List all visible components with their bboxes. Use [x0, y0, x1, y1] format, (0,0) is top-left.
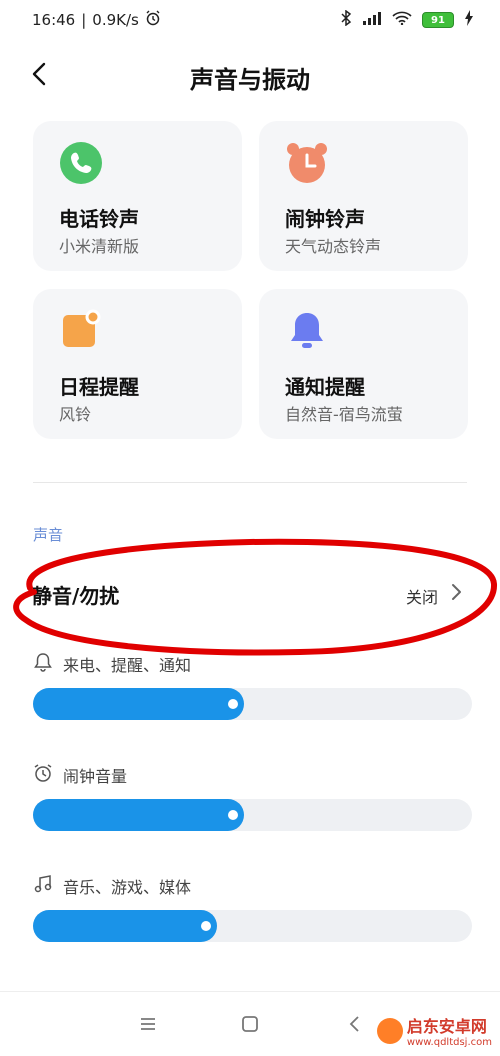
- calendar-icon: [59, 309, 103, 353]
- navigation-bar: 启东安卓网 www.qdltdsj.com: [0, 991, 500, 1056]
- phone-icon: [59, 141, 103, 185]
- chevron-right-icon: [450, 582, 464, 606]
- card-phone-ringtone[interactable]: 电话铃声 小米清新版: [33, 121, 242, 271]
- status-bar: 16:46 | 0.9K/s 91: [0, 0, 500, 40]
- header: 声音与振动: [0, 52, 500, 100]
- volume-slider-media[interactable]: [33, 910, 472, 942]
- volume-row-media: 音乐、游戏、媒体: [33, 874, 191, 898]
- bell-outline-icon: [33, 652, 53, 676]
- wifi-icon: [392, 11, 412, 29]
- alarm-icon: [145, 10, 161, 30]
- alarm-outline-icon: [33, 763, 53, 787]
- watermark-url: www.qdltdsj.com: [406, 1037, 492, 1048]
- slider-knob[interactable]: [228, 810, 238, 820]
- card-sub: 天气动态铃声: [285, 237, 382, 256]
- slider-knob[interactable]: [228, 699, 238, 709]
- volume-label: 闹钟音量: [63, 767, 128, 786]
- status-left: 16:46 | 0.9K/s: [32, 10, 161, 30]
- card-sub: 小米清新版: [59, 237, 140, 256]
- volume-label: 音乐、游戏、媒体: [63, 878, 192, 897]
- signal-icon: [362, 11, 382, 29]
- page-title: 声音与振动: [190, 66, 310, 94]
- dnd-value: 关闭: [405, 588, 438, 607]
- do-not-disturb-row[interactable]: 静音/勿扰 关闭: [20, 566, 480, 622]
- card-notification-reminder[interactable]: 通知提醒 自然音-宿鸟流萤: [259, 289, 468, 439]
- volume-row-ring: 来电、提醒、通知: [33, 652, 191, 676]
- card-schedule-reminder[interactable]: 日程提醒 风铃: [33, 289, 242, 439]
- volume-slider-alarm[interactable]: [33, 799, 472, 831]
- card-name: 日程提醒: [59, 375, 139, 399]
- music-note-icon: [33, 874, 53, 898]
- battery-icon: 91: [422, 12, 454, 28]
- slider-fill: [33, 688, 244, 720]
- slider-knob[interactable]: [201, 921, 211, 931]
- watermark-title: 启东安卓网: [406, 1017, 487, 1036]
- dnd-label: 静音/勿扰: [32, 584, 120, 608]
- volume-slider-ring[interactable]: [33, 688, 472, 720]
- home-square-icon[interactable]: [238, 1012, 262, 1036]
- volume-row-alarm: 闹钟音量: [33, 763, 127, 787]
- divider: [33, 482, 467, 483]
- status-speed: 0.9K/s: [92, 11, 139, 29]
- volume-label: 来电、提醒、通知: [63, 656, 192, 675]
- card-sub: 自然音-宿鸟流萤: [285, 405, 403, 424]
- card-alarm-ringtone[interactable]: 闹钟铃声 天气动态铃声: [259, 121, 468, 271]
- status-time: 16:46: [32, 11, 76, 29]
- card-name: 通知提醒: [285, 375, 365, 399]
- bell-icon: [285, 309, 329, 353]
- watermark: 启东安卓网 www.qdltdsj.com: [376, 1013, 492, 1048]
- nav-back-icon[interactable]: [344, 1012, 368, 1036]
- bluetooth-icon: [340, 9, 352, 30]
- card-name: 闹钟铃声: [285, 207, 365, 231]
- slider-fill: [33, 910, 217, 942]
- charging-icon: [464, 10, 474, 30]
- card-sub: 风铃: [59, 405, 92, 424]
- status-right: 91: [340, 9, 474, 30]
- alarm-clock-icon: [285, 141, 329, 185]
- slider-fill: [33, 799, 244, 831]
- watermark-logo: [376, 1017, 403, 1044]
- card-name: 电话铃声: [59, 207, 139, 231]
- section-label: 声音: [33, 526, 64, 544]
- menu-icon[interactable]: [136, 1012, 160, 1036]
